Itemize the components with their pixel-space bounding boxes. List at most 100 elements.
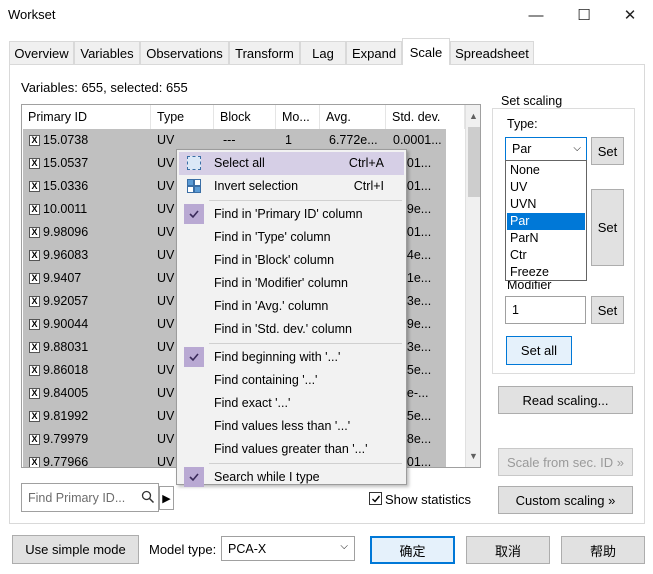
table-scrollbar[interactable]: ▲ ▼	[465, 105, 480, 467]
column-header-block[interactable]: Block	[214, 105, 276, 129]
variable-marker-icon: X	[29, 342, 40, 353]
type-option-none[interactable]: None	[507, 162, 585, 179]
title-bar: Workset — ☐ ✕	[0, 0, 653, 30]
use-simple-mode-button[interactable]: Use simple mode	[12, 535, 139, 564]
context-menu[interactable]: Select all Ctrl+A Invert selection Ctrl+I Fi…	[176, 149, 407, 487]
menu-item-find-in-modifier-column[interactable]: Find in 'Modifier' column	[179, 272, 404, 295]
menu-item-label: Find in 'Type' column	[214, 230, 331, 244]
menu-item-label: Select all	[214, 156, 265, 170]
cancel-button[interactable]: 取消	[466, 536, 550, 564]
checkmark-icon	[184, 347, 204, 367]
help-button[interactable]: 帮助	[561, 536, 645, 564]
tab-transform[interactable]: Transform	[229, 41, 300, 64]
variable-marker-icon: X	[29, 296, 40, 307]
tab-observations[interactable]: Observations	[140, 41, 229, 64]
menu-item-find-containing[interactable]: Find containing '...'	[179, 369, 404, 392]
menu-item-label: Find containing '...'	[214, 373, 318, 387]
model-type-label: Model type:	[149, 542, 217, 557]
checkmark-icon	[184, 467, 204, 487]
variables-summary: Variables: 655, selected: 655	[21, 80, 188, 95]
table-cell: 15.0336	[43, 179, 89, 193]
tab-spreadsheet[interactable]: Spreadsheet	[450, 41, 534, 64]
scroll-thumb[interactable]	[468, 127, 480, 197]
menu-item-invert-selection[interactable]: Invert selection Ctrl+I	[179, 175, 404, 198]
tab-variables[interactable]: Variables	[74, 41, 140, 64]
search-options-arrow[interactable]: ▶	[159, 486, 174, 510]
set-scaling-title: Set scaling	[498, 94, 566, 108]
type-dropdown[interactable]: Par ⌵	[505, 137, 587, 161]
set-block-button[interactable]: Set	[591, 189, 624, 266]
menu-item-search-while-i-type[interactable]: Search while I type	[179, 466, 404, 489]
column-header-std-dev[interactable]: Std. dev.	[386, 105, 465, 129]
menu-item-find-in-type-column[interactable]: Find in 'Type' column	[179, 226, 404, 249]
minimize-icon: —	[528, 6, 544, 24]
column-header-primary-id[interactable]: Primary ID	[22, 105, 151, 129]
custom-scaling-button[interactable]: Custom scaling »	[498, 486, 633, 514]
read-scaling-button[interactable]: Read scaling...	[498, 386, 633, 414]
modifier-input[interactable]: 1	[505, 296, 586, 324]
ok-button[interactable]: 确定	[370, 536, 455, 564]
tab-expand[interactable]: Expand	[346, 41, 402, 64]
type-option-parn[interactable]: ParN	[507, 230, 585, 247]
set-modifier-button[interactable]: Set	[591, 296, 624, 324]
type-options-list[interactable]: None UV UVN Par ParN Ctr Freeze	[505, 160, 587, 281]
select-all-icon	[187, 156, 201, 170]
menu-item-find-exact[interactable]: Find exact '...'	[179, 392, 404, 415]
search-input[interactable]: Find Primary ID...	[21, 483, 159, 512]
type-option-ctr[interactable]: Ctr	[507, 247, 585, 264]
maximize-button[interactable]: ☐	[561, 0, 607, 30]
table-cell: 15.0537	[43, 156, 89, 170]
variable-marker-icon: X	[29, 273, 40, 284]
scale-from-sec-id-button[interactable]: Scale from sec. ID »	[498, 448, 633, 476]
menu-item-label: Find values greater than '...'	[214, 442, 368, 456]
set-all-button[interactable]: Set all	[506, 336, 572, 365]
show-statistics-checkbox[interactable]	[369, 492, 382, 505]
table-cell: 9.90044	[43, 317, 89, 331]
menu-item-find-in-avg-column[interactable]: Find in 'Avg.' column	[179, 295, 404, 318]
table-cell: 9.81992	[43, 409, 89, 423]
type-dropdown-value: Par	[512, 142, 532, 156]
model-type-dropdown[interactable]: PCA-X ⌵	[221, 536, 355, 561]
menu-item-find-values-less-than[interactable]: Find values less than '...'	[179, 415, 404, 438]
variable-marker-icon: X	[29, 411, 40, 422]
type-option-freeze[interactable]: Freeze	[507, 264, 585, 281]
table-cell: 0.0001...	[393, 133, 442, 147]
menu-item-label: Find in 'Avg.' column	[214, 299, 329, 313]
table-cell: 10.0011	[43, 202, 88, 216]
set-type-button[interactable]: Set	[591, 137, 624, 165]
type-label: Type:	[507, 117, 538, 131]
tab-overview[interactable]: Overview	[9, 41, 74, 64]
close-button[interactable]: ✕	[607, 0, 653, 30]
menu-item-label: Invert selection	[214, 179, 299, 193]
table-cell: ---	[223, 133, 236, 147]
type-option-uvn[interactable]: UVN	[507, 196, 585, 213]
table-cell: 9.77966	[43, 455, 89, 468]
type-option-par[interactable]: Par	[507, 213, 585, 230]
chevron-down-icon: ⌵	[573, 143, 581, 154]
variable-marker-icon: X	[29, 227, 40, 238]
table-cell: 9.92057	[43, 294, 89, 308]
table-cell: 9.79979	[43, 432, 89, 446]
minimize-button[interactable]: —	[513, 0, 559, 30]
variable-marker-icon: X	[29, 365, 40, 376]
menu-item-find-beginning-with[interactable]: Find beginning with '...'	[179, 346, 404, 369]
column-header-modifier[interactable]: Mo...	[276, 105, 320, 129]
type-option-uv[interactable]: UV	[507, 179, 585, 196]
scroll-down-icon[interactable]: ▼	[469, 451, 478, 461]
column-header-type[interactable]: Type	[151, 105, 214, 129]
close-icon: ✕	[623, 7, 637, 24]
tab-scale[interactable]: Scale	[402, 38, 450, 65]
menu-item-find-in-std-dev-column[interactable]: Find in 'Std. dev.' column	[179, 318, 404, 341]
tab-lag[interactable]: Lag	[300, 41, 346, 64]
menu-item-find-in-primary-id-column[interactable]: Find in 'Primary ID' column	[179, 203, 404, 226]
menu-item-find-in-block-column[interactable]: Find in 'Block' column	[179, 249, 404, 272]
table-cell: 9.98096	[43, 225, 89, 239]
menu-item-select-all[interactable]: Select all Ctrl+A	[179, 152, 404, 175]
search-icon[interactable]	[141, 490, 155, 507]
column-header-avg[interactable]: Avg.	[320, 105, 386, 129]
menu-item-find-values-greater-than[interactable]: Find values greater than '...'	[179, 438, 404, 461]
scroll-up-icon[interactable]: ▲	[469, 111, 478, 121]
search-placeholder: Find Primary ID...	[28, 490, 126, 505]
menu-separator	[209, 200, 402, 201]
table-cell: 9.84005	[43, 386, 89, 400]
